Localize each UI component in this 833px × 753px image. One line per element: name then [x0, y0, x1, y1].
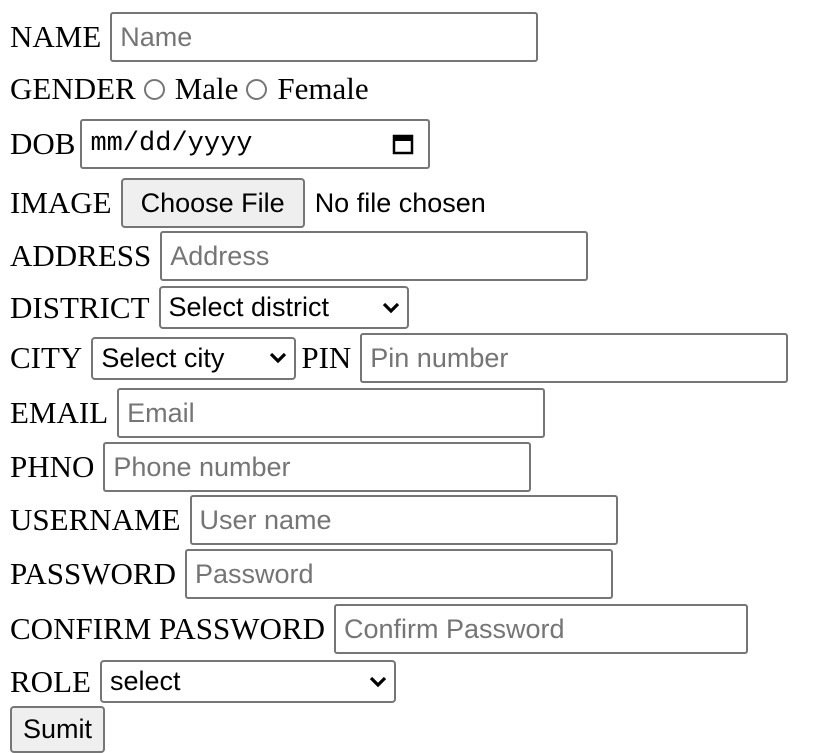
- city-select-value: Select city: [101, 342, 225, 373]
- email-row: EMAIL Email: [10, 388, 546, 438]
- phno-label: PHNO: [10, 449, 95, 484]
- password-input[interactable]: Password: [184, 549, 613, 599]
- dob-input[interactable]: mm/dd/yyyy: [80, 119, 431, 169]
- username-row: USERNAME User name: [10, 495, 618, 545]
- phno-row: PHNO Phone number: [10, 442, 532, 492]
- district-select[interactable]: Select district: [158, 286, 409, 329]
- confirm-password-label: CONFIRM PASSWORD: [10, 611, 325, 646]
- password-row: PASSWORD Password: [10, 549, 613, 599]
- address-row: ADDRESS Address: [10, 231, 589, 281]
- gender-male-label[interactable]: Male: [175, 71, 239, 107]
- gender-male-radio[interactable]: [143, 78, 165, 100]
- pin-input[interactable]: Pin number: [360, 333, 789, 383]
- dob-label: DOB: [10, 126, 76, 161]
- submit-button[interactable]: Sumit: [10, 706, 106, 753]
- username-label: USERNAME: [10, 502, 181, 537]
- calendar-icon[interactable]: [392, 133, 414, 155]
- confirm-password-input[interactable]: Confirm Password: [333, 604, 748, 654]
- email-label: EMAIL: [10, 395, 109, 430]
- city-label: CITY: [10, 340, 83, 375]
- role-label: ROLE: [10, 663, 91, 699]
- image-row: IMAGE Choose File No file chosen: [10, 178, 486, 228]
- phone-input[interactable]: Phone number: [103, 442, 532, 492]
- role-select-value: select: [109, 666, 181, 696]
- dob-row: DOB mm/dd/yyyy: [10, 119, 431, 169]
- pin-label: PIN: [301, 340, 352, 375]
- password-label: PASSWORD: [10, 556, 176, 591]
- gender-label: GENDER: [10, 71, 136, 106]
- address-label: ADDRESS: [10, 238, 152, 273]
- name-label: NAME: [10, 19, 102, 54]
- name-row: NAME Name: [10, 12, 539, 62]
- chevron-down-icon: [369, 676, 387, 687]
- submit-row: Sumit: [10, 706, 106, 753]
- chevron-down-icon: [270, 352, 287, 364]
- chevron-down-icon: [382, 302, 399, 313]
- gender-female-label[interactable]: Female: [277, 71, 368, 107]
- username-input[interactable]: User name: [189, 495, 618, 545]
- city-select[interactable]: Select city: [91, 336, 297, 380]
- district-row: DISTRICT Select district: [10, 286, 409, 329]
- role-row: ROLE select: [10, 660, 396, 703]
- district-label: DISTRICT: [10, 289, 150, 325]
- role-select[interactable]: select: [99, 660, 396, 703]
- gender-row: GENDER Male Female: [10, 71, 369, 107]
- email-input[interactable]: Email: [117, 388, 546, 438]
- district-select-value: Select district: [168, 292, 330, 322]
- city-pin-row: CITY Select city PIN Pin number: [10, 333, 789, 383]
- image-label: IMAGE: [10, 185, 112, 220]
- choose-file-button[interactable]: Choose File: [120, 178, 305, 228]
- address-input[interactable]: Address: [160, 231, 589, 281]
- confirm-password-row: CONFIRM PASSWORD Confirm Password: [10, 604, 748, 654]
- dob-placeholder: mm/dd/yyyy: [90, 129, 253, 159]
- gender-female-radio[interactable]: [246, 78, 268, 100]
- no-file-text: No file chosen: [314, 187, 486, 218]
- name-input[interactable]: Name: [110, 12, 539, 62]
